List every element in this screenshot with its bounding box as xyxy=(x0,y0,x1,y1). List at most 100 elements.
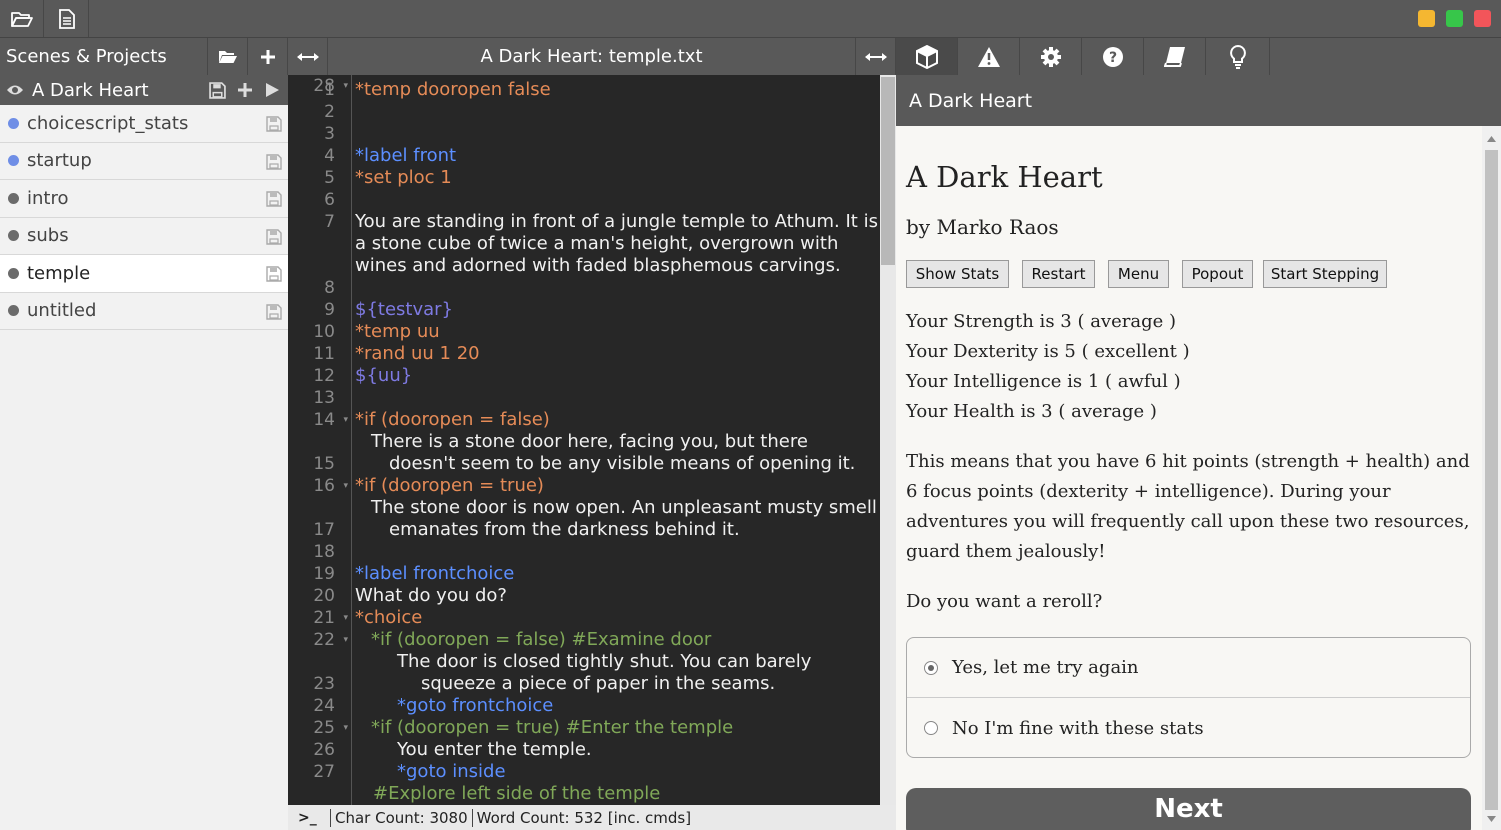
scene-item-untitled[interactable]: untitled xyxy=(0,292,288,330)
code-line: The door is closed tightly shut. You can… xyxy=(397,651,812,672)
resize-left-handle[interactable] xyxy=(288,38,328,75)
fold-arrow-icon[interactable]: ▾ xyxy=(343,717,348,739)
scenes-projects-label: Scenes & Projects xyxy=(6,46,167,67)
scene-item-choicescript-stats[interactable]: choicescript_stats xyxy=(0,105,288,143)
fold-arrow-icon[interactable]: ▾ xyxy=(343,475,348,497)
line-number: 21 xyxy=(313,608,335,628)
scroll-up-arrow-icon[interactable] xyxy=(1487,136,1496,142)
horizontal-arrows-icon xyxy=(864,52,887,61)
project-name: A Dark Heart xyxy=(32,79,149,101)
game-tab[interactable] xyxy=(896,38,958,75)
choice-label: Yes, let me try again xyxy=(952,657,1139,678)
line-number: 27 xyxy=(313,762,335,782)
line-number: 20 xyxy=(313,586,335,606)
code-line: a stone cube of twice a man's height, ov… xyxy=(355,233,839,254)
code-line: *if (dooropen = false) #Examine door xyxy=(371,629,712,650)
save-icon[interactable] xyxy=(266,191,282,207)
save-icon[interactable] xyxy=(266,266,282,282)
code-line: *if (dooropen = false) xyxy=(355,409,550,430)
line-number-gutter: 1 2 3 4 5 6 7 8 9 10 11 12 13 14 ▾ 15 16 ▾ 17 18 19 20 21 ▾ 22 ▾ 2… xyxy=(288,75,352,805)
issues-tab[interactable] xyxy=(958,38,1020,75)
line-number: 14 xyxy=(313,410,335,430)
resize-right-handle[interactable] xyxy=(856,38,896,75)
plus-icon xyxy=(260,49,275,64)
popout-button[interactable]: Popout xyxy=(1182,260,1253,288)
scene-item-subs[interactable]: subs xyxy=(0,217,288,255)
scene-label: subs xyxy=(27,225,69,247)
scroll-down-arrow-icon[interactable] xyxy=(1487,816,1496,822)
choice-option-yes[interactable]: Yes, let me try again xyxy=(907,638,1470,698)
game-scrollbar-thumb[interactable] xyxy=(1485,150,1498,810)
line-number: 19 xyxy=(313,564,335,584)
save-icon[interactable] xyxy=(266,153,282,170)
open-project-button[interactable] xyxy=(208,38,248,75)
game-author: by Marko Raos xyxy=(906,215,1059,239)
add-scene-icon[interactable] xyxy=(237,82,253,98)
console-prompt-icon[interactable]: >_ xyxy=(298,810,330,826)
project-row[interactable]: A Dark Heart xyxy=(0,75,288,105)
line-number: 11 xyxy=(313,344,335,364)
new-file-button[interactable] xyxy=(45,0,89,37)
add-project-button[interactable] xyxy=(248,38,288,75)
minimize-button[interactable] xyxy=(1418,10,1435,27)
save-icon[interactable] xyxy=(266,116,282,132)
code-line: *rand uu 1 20 xyxy=(355,343,480,364)
folder-open-icon xyxy=(10,11,33,27)
word-count: Word Count: 532 [inc. cmds] xyxy=(471,808,691,827)
scene-label: choicescript_stats xyxy=(27,112,189,134)
lightbulb-icon xyxy=(1229,44,1246,69)
code-line: *label frontchoice xyxy=(355,563,515,584)
scenes-sidebar: A Dark Heart choicescript_statsstartup in… xyxy=(0,75,288,830)
settings-tab[interactable] xyxy=(1020,38,1082,75)
fold-arrow-icon[interactable]: ▾ xyxy=(343,409,348,431)
code-line: *if (dooropen = true) #Enter the temple xyxy=(371,717,734,738)
restart-button[interactable]: Restart xyxy=(1022,260,1095,288)
editor-scrollbar-thumb[interactable] xyxy=(881,77,895,265)
radio-button[interactable] xyxy=(924,721,938,735)
cube-icon xyxy=(915,44,938,69)
code-line: *temp dooropen false xyxy=(355,79,551,100)
fold-arrow-icon[interactable]: ▾ xyxy=(343,629,348,651)
menu-button[interactable]: Menu xyxy=(1108,260,1169,288)
scene-item-intro[interactable]: intro xyxy=(0,180,288,218)
scene-item-temple[interactable]: temple xyxy=(0,255,288,293)
story-question: Do you want a reroll? xyxy=(906,591,1103,612)
help-tab[interactable]: ? xyxy=(1082,38,1144,75)
next-button[interactable]: Next xyxy=(906,788,1471,830)
play-icon[interactable] xyxy=(265,82,280,98)
radio-button-selected[interactable] xyxy=(924,660,938,675)
line-number: 3 xyxy=(324,124,335,144)
code-line: ${testvar} xyxy=(355,299,454,320)
save-icon[interactable] xyxy=(266,228,282,245)
line-number: 24 xyxy=(313,696,335,716)
show-stats-button[interactable]: Show Stats xyxy=(906,260,1009,288)
fold-arrow-icon[interactable]: ▾ xyxy=(343,607,348,629)
code-line: *choice xyxy=(355,607,423,628)
tips-tab[interactable] xyxy=(1206,38,1270,75)
close-button[interactable] xyxy=(1474,10,1491,27)
line-number: 17 xyxy=(313,520,335,540)
scene-status-dot xyxy=(8,192,19,204)
save-icon[interactable] xyxy=(266,303,282,320)
code-editor[interactable]: 1 2 3 4 5 6 7 8 9 10 11 12 13 14 ▾ 15 16 ▾ 17 18 19 20 21 ▾ 22 ▾ 2… xyxy=(288,75,896,805)
line-number: 16 xyxy=(313,476,335,496)
code-line: *set ploc 1 xyxy=(355,167,452,188)
line-number: 5 xyxy=(324,168,335,188)
line-number: 9 xyxy=(324,300,335,320)
book-icon xyxy=(1163,46,1185,67)
folder-open-icon xyxy=(218,50,237,63)
save-project-icon[interactable] xyxy=(209,82,226,99)
scene-label: temple xyxy=(27,262,91,284)
scene-item-startup[interactable]: startup xyxy=(0,142,288,180)
fold-arrow-icon[interactable]: ▾ xyxy=(343,75,348,97)
game-scrollbar[interactable] xyxy=(1482,126,1501,830)
choice-option-no[interactable]: No I'm fine with these stats xyxy=(907,698,1470,758)
code-line: emanates from the darkness behind it. xyxy=(389,519,740,540)
code-line: *temp uu xyxy=(355,321,440,342)
maximize-button[interactable] xyxy=(1446,10,1463,27)
stat-line: Your Health is 3 ( average ) xyxy=(906,401,1157,422)
dictionary-tab[interactable] xyxy=(1144,38,1206,75)
start-stepping-button[interactable]: Start Stepping xyxy=(1263,260,1387,288)
open-folder-button[interactable] xyxy=(0,0,44,37)
editor-scrollbar[interactable] xyxy=(880,75,896,805)
